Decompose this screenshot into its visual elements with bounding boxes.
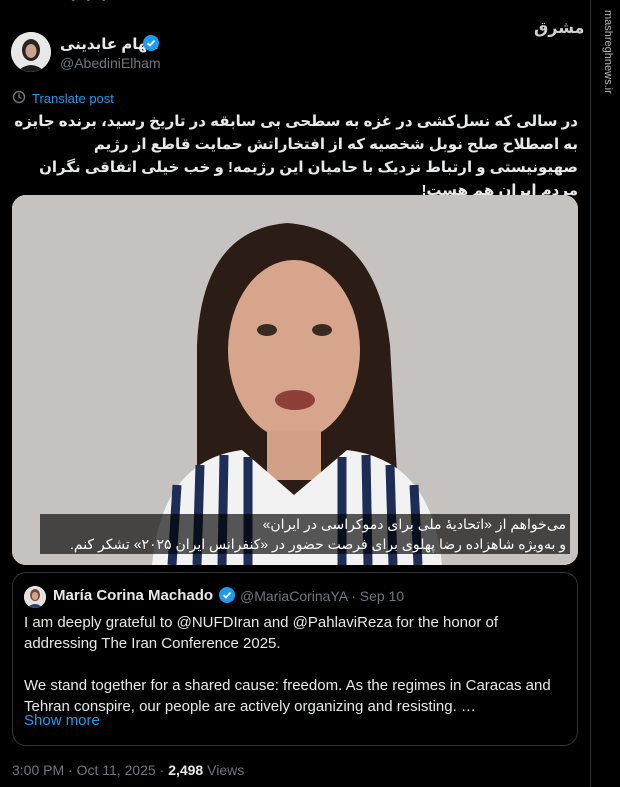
translate-label: Translate post	[32, 91, 114, 106]
news-logo: مشرق	[534, 18, 584, 38]
author-handle[interactable]: @AbediniElham	[60, 55, 161, 71]
views-label: Views	[207, 762, 245, 778]
tweet-text: در سالی که نسل‌کشی در غزه به سطحی بی ساب…	[14, 113, 578, 199]
author-avatar[interactable]	[11, 32, 51, 72]
quoted-date[interactable]: Sep 10	[360, 588, 404, 604]
subtitle-line: می‌خواهم از «اتحادیهٔ ملی برای دموکراسی …	[262, 516, 566, 532]
quoted-paragraph: I am deeply grateful to @NUFDIran and @P…	[24, 614, 499, 652]
subtitle-line: و به‌ویژه شاهزاده رضا پهلوی برای فرصت حض…	[69, 536, 566, 552]
divider	[590, 0, 591, 787]
truncated-previous-content: • • •	[70, 0, 109, 9]
views-count: 2,498	[168, 762, 204, 778]
site-watermark: mashreghnews.ir	[602, 10, 614, 94]
video-player[interactable]	[12, 195, 578, 565]
verified-badge-icon	[219, 587, 235, 603]
quoted-paragraph: We stand together for a shared cause: fr…	[24, 677, 551, 715]
show-more-link[interactable]: Show more	[24, 712, 100, 729]
separator-dot: ·	[68, 762, 77, 778]
quoted-meta: @MariaCorinaYA · Sep 10	[240, 588, 404, 604]
translate-icon	[12, 90, 26, 107]
quoted-text: I am deeply grateful to @NUFDIran and @P…	[24, 612, 568, 738]
quoted-author-avatar[interactable]	[24, 586, 46, 608]
post-footer: 3:00 PM · Oct 11, 2025 · 2,498 Views	[12, 762, 244, 778]
logo-text: مشرق	[534, 20, 585, 37]
separator-dot: ·	[159, 762, 169, 778]
verified-badge-icon	[143, 35, 159, 51]
separator-dot: ·	[351, 588, 360, 604]
video-subtitle: می‌خواهم از «اتحادیهٔ ملی برای دموکراسی …	[40, 514, 570, 554]
translate-post-button[interactable]: Translate post	[12, 90, 114, 107]
quoted-author-name[interactable]: María Corina Machado	[53, 587, 213, 604]
video-frame	[12, 195, 578, 565]
quoted-author-handle[interactable]: @MariaCorinaYA	[240, 588, 347, 604]
post-date[interactable]: Oct 11, 2025	[77, 762, 156, 778]
post-time[interactable]: 3:00 PM	[12, 762, 64, 778]
